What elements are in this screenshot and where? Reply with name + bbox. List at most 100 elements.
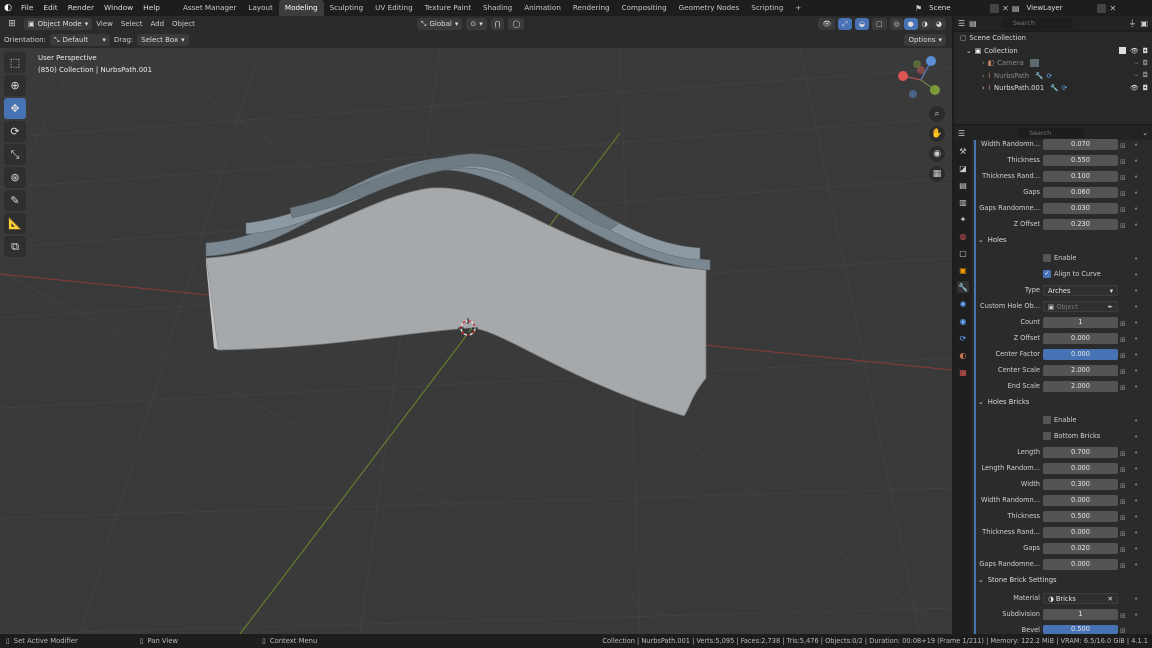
prop-center-scale-field[interactable]: 2.000 <box>1043 365 1118 376</box>
scene-icon[interactable]: ⚑ <box>915 4 922 13</box>
viewport-canvas[interactable] <box>0 48 952 634</box>
editor-type-icon[interactable]: ⊞ <box>0 19 24 29</box>
eye-closed-icon[interactable]: ⌣ <box>1134 59 1138 68</box>
tool-tab-icon[interactable]: ⚒ <box>957 145 969 157</box>
holes-align-checkbox[interactable]: ✓ Align to Curve <box>1043 270 1101 278</box>
material-field[interactable]: ◑ Bricks ✕ <box>1043 593 1118 604</box>
tab-sculpting[interactable]: Sculpting <box>324 0 370 16</box>
annotate-tool[interactable]: ✎ <box>4 190 26 211</box>
modifier-tab-icon[interactable]: 🔧 <box>957 281 969 293</box>
eye-icon[interactable]: 👁 <box>1130 47 1139 55</box>
pivot-dropdown[interactable]: ⊙ ▾ <box>466 18 487 30</box>
select-box-tool[interactable]: ⬚ <box>4 52 26 73</box>
view-layer-icon[interactable]: ▤ <box>1012 4 1020 13</box>
object-tab-icon[interactable]: ▣ <box>957 264 969 276</box>
new-collection-icon[interactable]: ▣ <box>1140 19 1148 28</box>
gizmo-z-icon[interactable] <box>926 56 936 66</box>
shading-rendered-button[interactable]: ◕ <box>931 18 946 30</box>
tab-layout[interactable]: Layout <box>242 0 278 16</box>
eye-closed-icon[interactable]: ⌣ <box>1134 71 1138 80</box>
camera-icon[interactable]: ◘ <box>1143 84 1148 92</box>
physics-tab-icon[interactable]: ◉ <box>957 315 969 327</box>
tab-modeling[interactable]: Modeling <box>278 0 324 16</box>
custom-hole-object-field[interactable]: ▣ Object ✒ <box>1043 301 1118 312</box>
prop-hb-length-field[interactable]: 0.700 <box>1043 447 1118 458</box>
menu-render[interactable]: Render <box>63 0 99 16</box>
world-tab-icon[interactable]: ◍ <box>957 230 969 242</box>
prop-width-random-field[interactable]: 0.070 <box>1043 139 1118 150</box>
prop-bevel-field[interactable]: 0.500 <box>1043 625 1118 634</box>
prop-hb-gaps-field[interactable]: 0.020 <box>1043 543 1118 554</box>
scale-tool[interactable]: ⤡ <box>4 144 26 165</box>
zoom-icon[interactable]: ⌕ <box>929 106 945 122</box>
snap-toggle[interactable]: ⋂ <box>490 18 505 30</box>
add-cube-tool[interactable]: ⧉ <box>4 236 26 257</box>
tab-scripting[interactable]: Scripting <box>745 0 789 16</box>
menu-add[interactable]: Add <box>146 20 168 28</box>
camera-icon[interactable]: ◘ <box>1143 59 1148 68</box>
grid-view-icon[interactable]: ▦ <box>929 166 945 182</box>
prop-end-scale-field[interactable]: 2.000 <box>1043 381 1118 392</box>
measure-tool[interactable]: 📐 <box>4 213 26 234</box>
output-tab-icon[interactable]: ▤ <box>957 179 969 191</box>
prop-hb-width-field[interactable]: 0.300 <box>1043 479 1118 490</box>
shading-solid-button[interactable]: ● <box>903 18 918 30</box>
prop-gaps-random-field[interactable]: 0.030 <box>1043 203 1118 214</box>
tab-asset-manager[interactable]: Asset Manager <box>177 0 242 16</box>
eyedropper-icon[interactable]: ✒ <box>1107 302 1113 313</box>
copy-scene-icon[interactable] <box>990 3 1000 13</box>
outliner-row-camera[interactable]: › ◧ Camera ⌣ ◘ <box>954 57 1152 70</box>
prop-thickness-field[interactable]: 0.550 <box>1043 155 1118 166</box>
gizmo-y-icon[interactable] <box>930 85 940 95</box>
orientation-dropdown[interactable]: ⤡ Default ▾ <box>49 34 110 46</box>
visibility-dropdown[interactable]: 👁 <box>818 18 836 30</box>
proportional-edit-toggle[interactable]: ◯ <box>508 18 525 30</box>
hb-enable-checkbox[interactable]: Enable <box>1043 416 1076 424</box>
tab-uv-editing[interactable]: UV Editing <box>369 0 419 16</box>
prop-center-factor-field[interactable]: 0.000 <box>1043 349 1118 360</box>
tab-animation[interactable]: Animation <box>518 0 567 16</box>
checkbox-icon[interactable] <box>1118 46 1126 54</box>
transform-orientation-dropdown[interactable]: ⤡ Global ▾ <box>416 18 463 30</box>
prop-hb-gaps-random-field[interactable]: 0.000 <box>1043 559 1118 570</box>
view-layer-field[interactable]: ViewLayer <box>1022 2 1095 14</box>
tab-compositing[interactable]: Compositing <box>616 0 673 16</box>
outliner-row-nurbspath-001[interactable]: › ⌇ NurbsPath.001 🔧 ⟳ 👁 ◘ <box>954 82 1152 95</box>
tab-geometry-nodes[interactable]: Geometry Nodes <box>673 0 746 16</box>
prop-holes-z-offset-field[interactable]: 0.000 <box>1043 333 1118 344</box>
menu-edit[interactable]: Edit <box>38 0 62 16</box>
display-mode-icon[interactable]: ▤ <box>969 19 977 28</box>
texture-tab-icon[interactable]: ▦ <box>957 366 969 378</box>
prop-hb-width-random-field[interactable]: 0.000 <box>1043 495 1118 506</box>
data-tab-icon[interactable]: ◐ <box>957 349 969 361</box>
xray-toggle[interactable]: ▢ <box>871 18 887 30</box>
properties-editor-icon[interactable]: ☰ <box>958 129 965 138</box>
mode-dropdown[interactable]: ▣ Object Mode ▾ <box>24 18 93 30</box>
outliner-row-collection[interactable]: ⌄ ▣ Collection 👁 ◘ <box>954 45 1152 58</box>
view-layer-tab-icon[interactable]: ▥ <box>957 196 969 208</box>
add-workspace-button[interactable]: + <box>789 0 807 16</box>
tab-shading[interactable]: Shading <box>477 0 518 16</box>
tab-texture-paint[interactable]: Texture Paint <box>419 0 477 16</box>
3d-viewport[interactable]: User Perspective (850) Collection | Nurb… <box>0 48 952 634</box>
prop-hb-thickness-field[interactable]: 0.500 <box>1043 511 1118 522</box>
outliner-row-nurbspath[interactable]: › ⌇ NurbsPath 🔧 ⟳ ⌣ ◘ <box>954 70 1152 83</box>
drag-dropdown[interactable]: Select Box ▾ <box>137 34 189 46</box>
blender-logo-icon[interactable]: ◐ <box>0 3 16 13</box>
holes-enable-checkbox[interactable]: Enable <box>1043 254 1076 262</box>
prop-hb-thickness-random-field[interactable]: 0.000 <box>1043 527 1118 538</box>
tab-rendering[interactable]: Rendering <box>567 0 616 16</box>
delete-view-layer-icon[interactable]: ✕ <box>1109 4 1116 13</box>
options-dropdown[interactable]: Options ▾ <box>904 34 946 46</box>
overlay-toggle[interactable]: ◒ <box>854 18 869 30</box>
camera-view-icon[interactable]: ◉ <box>929 146 945 162</box>
outliner-row-scene-collection[interactable]: ▢ Scene Collection <box>954 32 1152 45</box>
hb-bottom-checkbox[interactable]: Bottom Bricks <box>1043 432 1100 440</box>
cursor-tool[interactable]: ⊕ <box>4 75 26 96</box>
menu-view[interactable]: View <box>92 20 117 28</box>
rotate-tool[interactable]: ⟳ <box>4 121 26 142</box>
prop-hb-length-random-field[interactable]: 0.000 <box>1043 463 1118 474</box>
menu-select[interactable]: Select <box>117 20 147 28</box>
eye-icon[interactable]: 👁 <box>1130 84 1139 92</box>
menu-object[interactable]: Object <box>168 20 199 28</box>
